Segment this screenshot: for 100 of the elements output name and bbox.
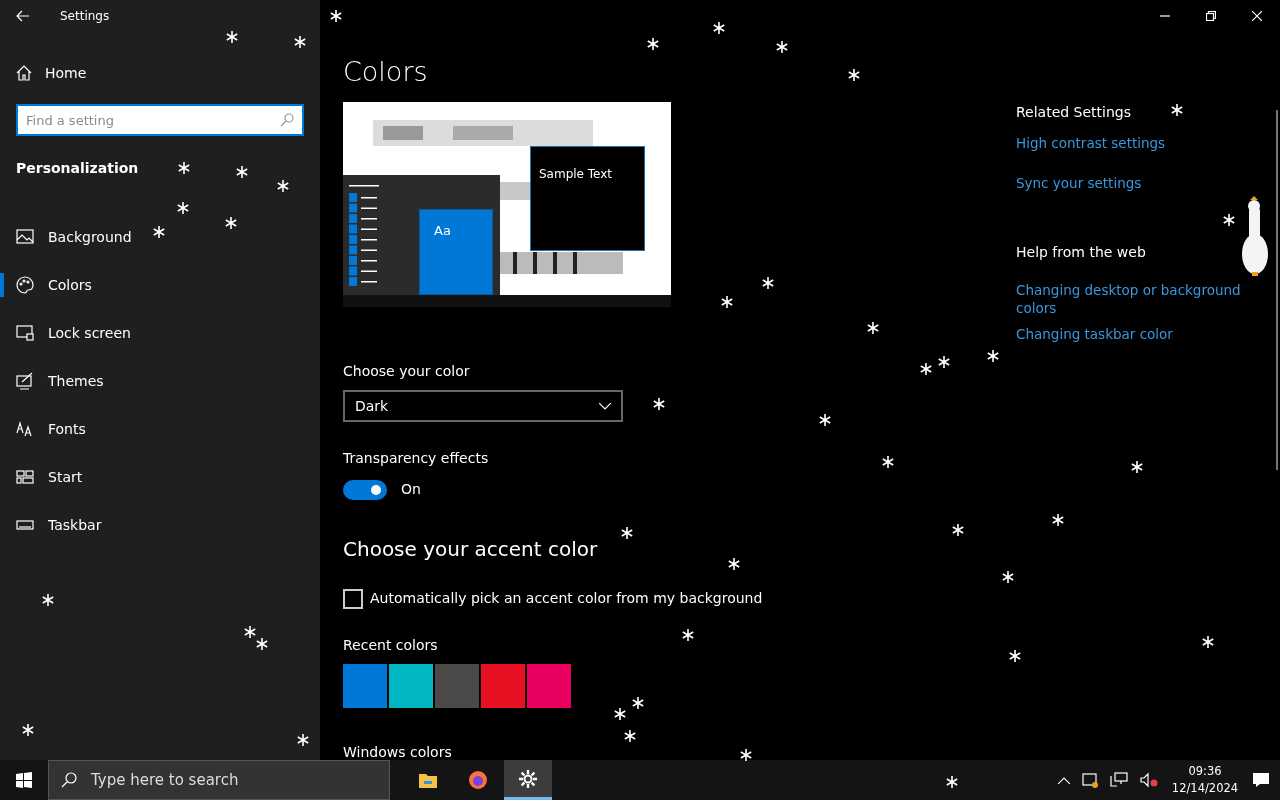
snowflake-icon: [236, 166, 248, 178]
fonts-icon: [16, 420, 34, 438]
color-swatch[interactable]: [343, 664, 387, 708]
home-icon: [16, 65, 32, 81]
snowflake-icon: [713, 22, 725, 34]
snowflake-icon: [762, 277, 774, 289]
sidebar-item[interactable]: Taskbar: [0, 501, 320, 549]
snowflake-icon: [330, 10, 342, 22]
notification-icon[interactable]: [1252, 772, 1270, 788]
color-mode-dropdown[interactable]: Dark: [343, 390, 623, 422]
field-label: Recent colors: [343, 636, 438, 655]
color-swatch[interactable]: [435, 664, 479, 708]
color-swatch[interactable]: [389, 664, 433, 708]
clock-date: 12/14/2024: [1170, 780, 1240, 797]
sidebar-item[interactable]: Start: [0, 453, 320, 501]
field-label: Choose your color: [343, 362, 470, 381]
checkbox[interactable]: [343, 588, 363, 609]
search-icon: [61, 772, 77, 788]
snowflake-icon: [848, 69, 860, 81]
color-swatch[interactable]: [481, 664, 525, 708]
snowflake-icon: [277, 180, 289, 192]
start-icon: [16, 468, 34, 486]
restore-icon: [1206, 11, 1216, 21]
speaker-muted-icon[interactable]: [1140, 772, 1158, 788]
sidebar-item[interactable]: Themes: [0, 357, 320, 405]
snowflake-icon: [256, 638, 268, 650]
snowflake-icon: [632, 697, 644, 709]
chevron-up-icon[interactable]: [1058, 776, 1070, 784]
snowflake-icon: [1002, 571, 1014, 583]
snowflake-icon: [1009, 650, 1021, 662]
snowflake-icon: [244, 626, 256, 638]
color-swatch[interactable]: [527, 664, 571, 708]
snowflake-icon: [177, 202, 189, 214]
field-label: Windows colors: [343, 743, 452, 762]
snowflake-icon: [867, 322, 879, 334]
snowflake-icon: [882, 456, 894, 468]
snowflake-icon: [653, 398, 665, 410]
close-icon: [1252, 11, 1262, 21]
chevron-down-icon: [599, 402, 611, 410]
snowflake-icon: [178, 162, 190, 174]
snowflake-icon: [1223, 214, 1235, 226]
back-icon[interactable]: [16, 10, 30, 22]
snowflake-icon: [1202, 636, 1214, 648]
windows-logo-icon: [16, 772, 32, 788]
sidebar-item[interactable]: Colors: [0, 261, 320, 309]
palette-icon: [16, 276, 34, 294]
snowflake-icon: [647, 38, 659, 50]
snowflake-icon: [624, 730, 636, 742]
snowflake-icon: [682, 629, 694, 641]
page-title: Colors: [343, 55, 428, 89]
browser-icon: [468, 770, 488, 790]
section-heading: Choose your accent color: [343, 536, 598, 563]
snowflake-icon: [728, 558, 740, 570]
snowflake-icon: [22, 724, 34, 736]
snowflake-icon: [952, 524, 964, 536]
picture-icon: [16, 228, 34, 246]
section-heading: Help from the web: [1016, 242, 1146, 262]
snowflake-icon: [920, 363, 932, 375]
clock[interactable]: 09:36 12/14/2024: [1170, 763, 1240, 797]
snowflake-icon: [294, 36, 306, 48]
snowflake-icon: [1131, 461, 1143, 473]
snowflake-icon: [225, 217, 237, 229]
help-link[interactable]: Changing taskbar color: [1016, 324, 1246, 343]
snowflake-icon: [153, 226, 165, 238]
help-link[interactable]: Changing desktop or background colors: [1016, 280, 1246, 317]
snowflake-icon: [776, 41, 788, 53]
snowflake-icon: [819, 414, 831, 426]
transparency-toggle[interactable]: [343, 479, 387, 500]
toggle-state: On: [401, 480, 421, 499]
snowflake-icon: [721, 296, 733, 308]
sidebar-item[interactable]: Lock screen: [0, 309, 320, 357]
sample-text: Sample Text: [539, 167, 614, 182]
snowflake-icon: [226, 31, 238, 43]
taskbar-app[interactable]: [504, 760, 552, 800]
snowflake-icon: [740, 749, 752, 761]
taskbar-search-box[interactable]: Type here to search: [48, 760, 390, 800]
sidebar-item[interactable]: Background: [0, 213, 320, 261]
field-label: Transparency effects: [343, 449, 489, 468]
snowflake-icon: [1052, 514, 1064, 526]
clock-time: 09:36: [1187, 763, 1223, 780]
brush-icon: [16, 372, 34, 390]
snowflake-icon: [946, 776, 958, 788]
settings-link[interactable]: Sync your settings: [1016, 173, 1246, 194]
search-icon: [280, 113, 294, 127]
gear-icon: [518, 768, 538, 789]
snowflake-icon: [987, 350, 999, 362]
home-link[interactable]: Home: [39, 62, 87, 84]
search-field[interactable]: Find a setting: [16, 104, 304, 136]
snowflake-icon: [614, 708, 626, 720]
checkbox-label: Automatically pick an accent color from my background: [370, 589, 763, 608]
settings-link[interactable]: High contrast settings: [1016, 133, 1246, 154]
lock-screen-icon: [16, 324, 34, 342]
section-heading: Personalization: [16, 159, 139, 178]
snowflake-icon: [1171, 104, 1183, 116]
network-icon[interactable]: [1110, 772, 1128, 788]
sidebar-item[interactable]: Fonts: [0, 405, 320, 453]
snowflake-icon: [938, 356, 950, 368]
window-title: Settings: [60, 8, 110, 25]
snowflake-icon: [297, 734, 309, 746]
scrollbar[interactable]: [1276, 110, 1278, 470]
